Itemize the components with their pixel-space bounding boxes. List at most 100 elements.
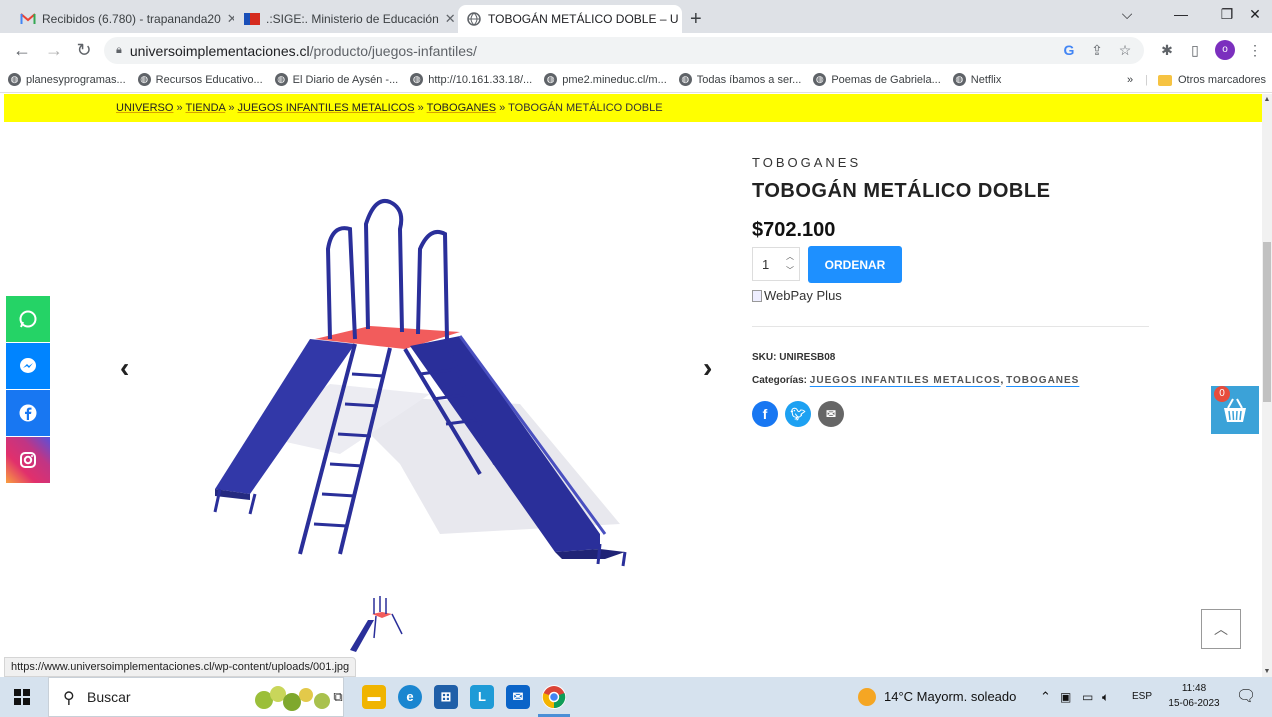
category-link-toboganes[interactable]: TOBOGANES (1006, 375, 1079, 386)
share-twitter-icon[interactable]: 🐦︎ (785, 401, 811, 427)
other-bookmarks[interactable]: Otros marcadores (1178, 74, 1266, 86)
store-icon[interactable]: ⊞ (434, 685, 458, 709)
bookmark-item[interactable]: ◍ planesyprogramas... (8, 73, 126, 86)
weather-sun-icon (858, 688, 876, 706)
globe-icon: ◍ (137, 73, 151, 86)
clock[interactable]: 11:48 15-06-2023 (1166, 681, 1222, 711)
chrome-icon[interactable] (542, 685, 566, 709)
weather-text: 14°C Mayorm. soleado (884, 689, 1017, 704)
facebook-icon[interactable] (6, 390, 50, 436)
order-button[interactable]: ORDENAR (808, 246, 902, 283)
share-facebook-icon[interactable]: f (752, 401, 778, 427)
back-arrow-icon[interactable]: ← (10, 38, 34, 62)
mail-icon[interactable]: ✉ (506, 685, 530, 709)
webpay-plus-image: WebPay Plus (752, 288, 842, 303)
whatsapp-icon[interactable] (6, 296, 50, 342)
globe-icon: ◍ (678, 73, 692, 86)
product-price: $702.100 (752, 219, 836, 241)
product-gallery[interactable] (100, 134, 740, 594)
quantity-spinner-icon[interactable]: ︿ ﹀ (783, 250, 797, 278)
share-icon[interactable]: ⇪ (1086, 40, 1108, 60)
side-panel-icon[interactable]: ▯ (1184, 40, 1206, 60)
bookmark-label: http://10.161.33.18/... (428, 73, 533, 86)
thumbnail-image (350, 596, 403, 652)
extensions-puzzle-icon[interactable]: ✱ (1156, 40, 1178, 60)
share-email-icon[interactable]: ✉ (818, 401, 844, 427)
windows-start-icon[interactable] (14, 689, 30, 705)
globe-icon: ◍ (410, 73, 424, 86)
address-bar[interactable]: 🔒︎ universoimplementaciones.cl/producto/… (104, 37, 1144, 64)
back-to-top-button[interactable]: ︿ (1201, 609, 1241, 649)
search-icon: ⚲ (63, 690, 75, 707)
floating-cart-button[interactable]: 0 (1211, 386, 1259, 434)
webpay-alt-text: WebPay Plus (764, 288, 842, 303)
bookmark-item[interactable]: ◍ El Diario de Aysén -... (274, 73, 398, 86)
tray-battery-icon[interactable]: ▭ (1082, 677, 1093, 717)
task-view-icon[interactable]: ⧉ (326, 685, 350, 709)
sku-line: SKU: UNIRESB08 (752, 352, 835, 363)
breadcrumb-link-toboganes[interactable]: TOBOGANES (427, 102, 496, 114)
gallery-prev-chevron-icon[interactable]: ‹ (120, 352, 129, 384)
product-thumbnail[interactable] (348, 594, 410, 654)
broken-image-icon (752, 289, 762, 302)
bookmark-item[interactable]: ◍ Poemas de Gabriela... (813, 73, 941, 86)
google-translate-icon[interactable]: G (1058, 40, 1080, 60)
breadcrumb-link-juegos[interactable]: JUEGOS INFANTILES METALICOS (238, 102, 415, 114)
close-window-button[interactable]: ✕ (1232, 0, 1272, 33)
bookmark-label: planesyprogramas... (26, 73, 126, 86)
close-tab-icon[interactable]: ✕ (679, 11, 683, 27)
bookmark-item[interactable]: ◍ Todas íbamos a ser... (678, 73, 802, 86)
new-tab-button[interactable]: + (690, 5, 702, 33)
lock-icon: 🔒︎ (116, 44, 122, 56)
weather-widget[interactable]: 14°C Mayorm. soleado (858, 677, 1016, 717)
product-image-slide (213, 199, 627, 567)
bookmark-item[interactable]: ◍ Netflix (952, 73, 1001, 86)
close-tab-icon[interactable]: ✕ (439, 11, 456, 27)
quantity-stepper[interactable]: 1 ︿ ﹀ (752, 247, 800, 281)
tray-network-icon[interactable]: ▣ (1060, 677, 1071, 717)
tab-title: Recibidos (6.780) - trapananda20 (42, 12, 221, 26)
profile-avatar[interactable]: o (1215, 40, 1235, 60)
tab-search-chevron-icon[interactable]: ⌵ (1104, 0, 1150, 33)
breadcrumb-link-universo[interactable]: UNIVERSO (116, 102, 173, 114)
scrollbar-thumb[interactable] (1263, 242, 1271, 402)
scroll-up-icon[interactable]: ▲ (1262, 96, 1272, 103)
sku-label: SKU: (752, 352, 777, 363)
messenger-icon[interactable] (6, 343, 50, 389)
app-l-icon[interactable]: L (470, 685, 494, 709)
tab-producto-active[interactable]: TOBOGÁN METÁLICO DOBLE – U ✕ (458, 5, 682, 33)
tab-sige[interactable]: .:SIGE:. Ministerio de Educación ✕ (236, 5, 456, 33)
edge-icon[interactable]: e (398, 685, 422, 709)
notifications-icon[interactable]: 🗨︎ (1236, 677, 1256, 717)
cart-count-badge: 0 (1214, 386, 1230, 402)
tab-title: TOBOGÁN METÁLICO DOBLE – U (488, 12, 679, 26)
instagram-icon[interactable] (6, 437, 50, 483)
breadcrumb-separator: » (176, 102, 183, 114)
close-tab-icon[interactable]: ✕ (221, 11, 234, 27)
product-category[interactable]: TOBOGANES (752, 155, 861, 170)
tab-gmail[interactable]: Recibidos (6.780) - trapananda20 ✕ (12, 5, 234, 33)
category-link-juegos[interactable]: JUEGOS INFANTILES METALICOS (810, 375, 1001, 386)
bookmark-item[interactable]: ◍ http://10.161.33.18/... (410, 73, 532, 86)
page-scrollbar[interactable]: ▲ ▼ (1262, 94, 1272, 677)
folder-icon (1157, 74, 1172, 86)
gallery-next-chevron-icon[interactable]: › (703, 352, 712, 384)
menu-kebab-icon[interactable]: ⋮ (1244, 40, 1266, 60)
globe-icon: ◍ (952, 73, 966, 86)
bookmark-item[interactable]: ◍ pme2.mineduc.cl/m... (544, 73, 667, 86)
taskbar-search-box[interactable]: ⚲ Buscar (48, 677, 344, 717)
scroll-down-icon[interactable]: ▼ (1262, 668, 1272, 675)
tray-chevron-icon[interactable]: ⌃ (1040, 677, 1051, 717)
bookmark-label: Todas íbamos a ser... (696, 73, 802, 86)
quantity-value: 1 (762, 256, 770, 272)
file-explorer-icon[interactable]: ▬ (362, 685, 386, 709)
breadcrumb-link-tienda[interactable]: TIENDA (186, 102, 226, 114)
language-indicator[interactable]: ESP (1132, 677, 1152, 717)
minimize-button[interactable]: — (1158, 0, 1204, 33)
bookmark-star-icon[interactable]: ☆ (1114, 40, 1136, 60)
reload-icon[interactable]: ↻ (72, 38, 96, 62)
more-bookmarks-button[interactable]: » (1127, 74, 1133, 86)
tray-volume-icon[interactable]: 🔈︎ (1102, 677, 1109, 717)
bookmark-item[interactable]: ◍ Recursos Educativo... (137, 73, 263, 86)
forward-arrow-icon[interactable]: → (42, 38, 66, 62)
